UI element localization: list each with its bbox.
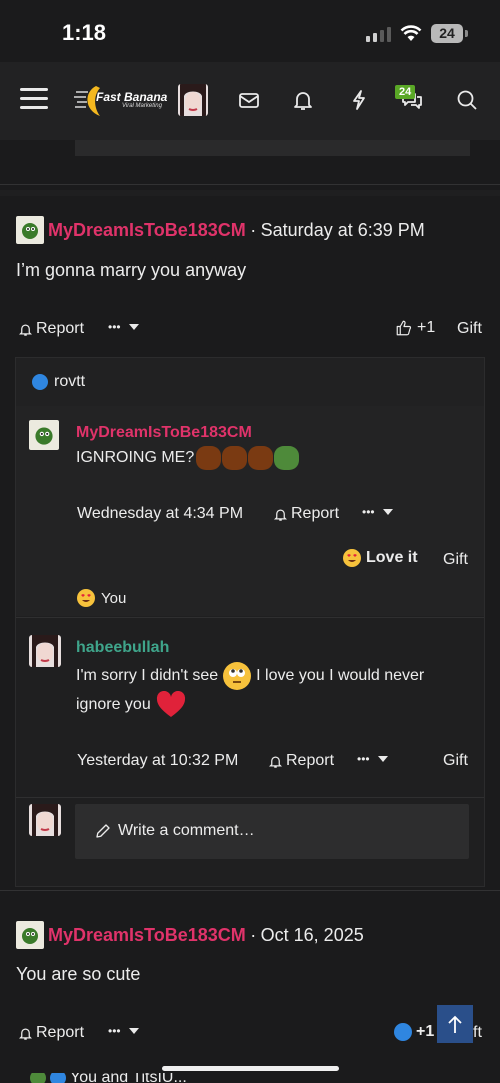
report-button[interactable]: Report	[18, 1024, 84, 1042]
comment-text: I'm sorry I didn't see	[76, 667, 219, 684]
menu-icon[interactable]	[20, 87, 48, 111]
logo-text: Fast Banana	[96, 90, 168, 104]
pencil-icon	[96, 824, 110, 838]
comment-author-avatar[interactable]	[29, 635, 61, 667]
more-label: •••	[362, 505, 375, 519]
comment-date[interactable]: Wednesday at 4:34 PM	[77, 505, 243, 523]
report-button[interactable]: Report	[273, 505, 339, 523]
mail-icon[interactable]	[237, 88, 261, 112]
more-options-button[interactable]: •••	[362, 505, 393, 519]
comment-author-avatar[interactable]	[29, 420, 59, 450]
write-comment-placeholder: Write a comment…	[118, 822, 255, 839]
report-label: Report	[291, 505, 340, 522]
heart-eyes-emoji-icon	[77, 589, 95, 607]
user-avatar[interactable]	[178, 84, 208, 116]
home-indicator	[162, 1066, 339, 1071]
chevron-down-icon	[128, 324, 139, 330]
post-author-name[interactable]: MyDreamIsToBe183CM	[48, 925, 246, 945]
like-reaction-icon	[32, 374, 48, 390]
comment-reactions[interactable]: You	[77, 589, 126, 607]
post-author-avatar[interactable]	[16, 216, 44, 244]
more-label: •••	[108, 1024, 121, 1038]
reactions-text: You and TitsIU...	[70, 1073, 187, 1083]
battery-tip	[465, 30, 468, 37]
bell-icon	[268, 756, 283, 768]
status-time: 1:18	[62, 20, 107, 45]
comment-author-name[interactable]: habeebullah	[76, 639, 169, 657]
report-button[interactable]: Report	[268, 752, 334, 770]
bell-icon	[273, 509, 288, 521]
post-body: I’m gonna marry you anyway	[16, 260, 247, 280]
separator: ·	[250, 220, 257, 240]
chat-count-badge: 24	[395, 85, 416, 99]
heart-eyes-emoji-icon	[343, 549, 361, 567]
post-reactions-summary[interactable]: You and TitsIU...	[30, 1073, 187, 1083]
like-count: +1	[416, 1023, 435, 1040]
rolling-eyes-emoji-icon	[223, 662, 252, 690]
love-it-label: Love it	[366, 549, 418, 566]
like-button[interactable]: +1	[395, 319, 435, 337]
write-comment-input[interactable]: Write a comment…	[75, 804, 469, 859]
report-label: Report	[36, 320, 85, 337]
like-count: +1	[417, 319, 436, 336]
reactor-name: You	[101, 589, 127, 607]
pepe-emoji-icons	[196, 446, 300, 470]
post-date[interactable]: Saturday at 6:39 PM	[261, 220, 425, 240]
report-label: Report	[36, 1024, 85, 1041]
separator: ·	[250, 925, 257, 945]
bell-icon	[18, 324, 33, 336]
comment-author-name[interactable]: MyDreamIsToBe183CM	[76, 424, 252, 442]
like-button[interactable]: +1	[394, 1023, 434, 1041]
more-options-button[interactable]: •••	[108, 320, 139, 334]
report-label: Report	[286, 752, 335, 769]
bell-icon[interactable]	[291, 88, 315, 112]
scroll-to-top-button[interactable]	[437, 1005, 473, 1043]
logo-subtitle: Viral Marketing	[122, 103, 162, 109]
search-icon[interactable]	[455, 88, 479, 112]
current-user-avatar	[29, 804, 61, 836]
post-body: You are so cute	[16, 964, 141, 984]
comment-text: ignore you	[76, 696, 151, 713]
reactor-name[interactable]: rovtt	[54, 373, 85, 391]
cellular-signal-icon	[366, 26, 392, 42]
red-heart-emoji-icon	[156, 691, 185, 717]
bell-icon	[18, 1028, 33, 1040]
more-label: •••	[357, 752, 370, 766]
more-options-button[interactable]: •••	[357, 752, 388, 766]
lightning-icon[interactable]	[347, 88, 371, 112]
chevron-down-icon	[377, 756, 388, 762]
thumbs-up-icon	[396, 320, 412, 336]
gift-button[interactable]: Gift	[443, 551, 468, 569]
divider	[0, 890, 500, 891]
love-it-button[interactable]: Love it	[343, 549, 418, 567]
more-options-button[interactable]: •••	[108, 1024, 139, 1038]
previous-comment-box	[75, 140, 470, 156]
chevron-down-icon	[382, 509, 393, 515]
gift-button[interactable]: Gift	[457, 320, 482, 338]
battery-indicator: 24	[431, 24, 463, 43]
divider	[0, 190, 500, 196]
reactions-bar[interactable]	[16, 358, 484, 407]
post-date[interactable]: Oct 16, 2025	[261, 925, 364, 945]
gift-button[interactable]: Gift	[443, 752, 468, 770]
post-author-name[interactable]: MyDreamIsToBe183CM	[48, 220, 246, 240]
divider	[0, 184, 500, 185]
post-author-avatar[interactable]	[16, 921, 44, 949]
more-label: •••	[108, 320, 121, 334]
comment-date[interactable]: Yesterday at 10:32 PM	[77, 752, 238, 770]
comment-text: IGNROING ME?	[76, 449, 195, 466]
arrow-up-icon	[448, 1015, 462, 1033]
wifi-icon	[400, 25, 422, 41]
report-button[interactable]: Report	[18, 320, 84, 338]
like-reaction-icon	[394, 1023, 412, 1041]
chevron-down-icon	[128, 1028, 139, 1034]
comment-text: I love you I would never	[256, 667, 425, 684]
